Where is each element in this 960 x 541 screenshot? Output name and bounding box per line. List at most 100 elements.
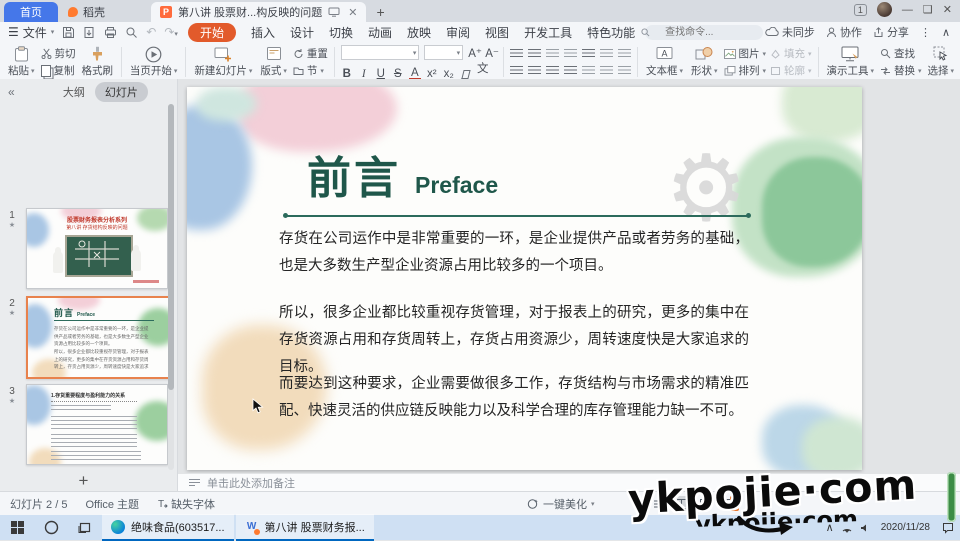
increase-font-icon[interactable]: A⁺ — [468, 46, 480, 60]
tab-slides[interactable]: 幻灯片 — [95, 82, 148, 102]
search-input[interactable] — [645, 25, 763, 40]
columns-icon[interactable] — [618, 49, 631, 59]
undo-icon[interactable]: ↶ — [146, 25, 156, 39]
menu-slideshow[interactable]: 放映 — [407, 24, 431, 41]
menu-view[interactable]: 视图 — [485, 24, 509, 41]
reset-button[interactable]: 重置 — [293, 46, 328, 61]
tab-document[interactable]: P 第八讲 股票财...构反映的问题 ✕ — [151, 2, 366, 22]
shapes-button[interactable]: 形状▾ — [687, 44, 722, 80]
collapse-panel-icon[interactable]: « — [8, 85, 15, 99]
tab-docer[interactable]: 稻壳 — [58, 2, 115, 22]
slide-subtitle[interactable]: Preface — [415, 172, 498, 199]
tray-volume-icon[interactable] — [860, 523, 869, 533]
section-button[interactable]: 节▾ — [293, 63, 328, 78]
slide-paragraph-2[interactable]: 所以，很多企业都比较重视存货管理，对于报表上的研究，更多的集中在存货资源占用和存… — [279, 300, 749, 381]
slide-title[interactable]: 前言 — [307, 157, 401, 201]
slide-canvas[interactable]: ⚙ 前言 Preface 存货在公司运作中是非常重要的一环，是企业提供产品或者劳… — [178, 79, 960, 492]
avatar[interactable] — [877, 2, 892, 17]
justify-icon[interactable] — [564, 66, 577, 76]
theme-name[interactable]: Office 主题 — [85, 496, 139, 512]
action-center-icon[interactable] — [942, 522, 954, 534]
menu-devtools[interactable]: 开发工具 — [524, 24, 572, 41]
align-right-icon[interactable] — [546, 66, 559, 76]
preview-icon[interactable] — [125, 26, 138, 39]
numbered-list-icon[interactable] — [528, 49, 541, 59]
screen-share-icon[interactable] — [328, 7, 340, 17]
menu-animation[interactable]: 动画 — [368, 24, 392, 41]
task-view-button[interactable] — [68, 515, 102, 540]
paragraph-more-icon[interactable] — [618, 66, 631, 76]
find-button[interactable]: 查找 — [880, 46, 922, 61]
close-tab-icon[interactable]: ✕ — [348, 6, 357, 19]
tab-home[interactable]: 首页 — [4, 2, 58, 22]
slide-editor[interactable]: ⚙ 前言 Preface 存货在公司运作中是非常重要的一环，是企业提供产品或者劳… — [187, 87, 862, 470]
collapse-ribbon-icon[interactable]: ∧ — [942, 26, 950, 39]
clear-format-icon[interactable] — [460, 69, 472, 80]
bullet-list-icon[interactable] — [510, 49, 523, 59]
align-left-icon[interactable] — [510, 66, 523, 76]
menu-special[interactable]: 特色功能 — [587, 24, 635, 41]
cortana-button[interactable] — [34, 515, 68, 540]
taskbar-app-wps[interactable]: W 第八讲 股票财务报... — [236, 514, 374, 541]
decrease-indent-icon[interactable] — [546, 49, 559, 59]
tray-expand-icon[interactable]: ∧ — [826, 521, 834, 534]
file-menu[interactable]: ☰ 文件 ▾ — [8, 24, 54, 41]
export-icon[interactable] — [83, 26, 96, 39]
text-direction-icon[interactable] — [600, 49, 613, 59]
fill-button[interactable]: 填充▾ — [770, 46, 812, 61]
slide-thumbnail-3[interactable]: 1.存货重要程度与盈利能力的关系 — [26, 384, 168, 465]
new-slide-button[interactable]: 新建幻灯片▾ — [190, 44, 256, 80]
increase-indent-icon[interactable] — [564, 49, 577, 59]
play-from-current-button[interactable]: 当页开始▾ — [126, 44, 182, 80]
redo-icon[interactable]: ↷▾ — [164, 25, 178, 39]
layout-button[interactable]: 版式▾ — [256, 44, 291, 80]
distribute-icon[interactable] — [582, 66, 595, 76]
taskbar-date[interactable]: 2020/11/28 — [877, 522, 934, 533]
share-button[interactable]: 分享 — [873, 24, 909, 40]
menu-transition[interactable]: 切换 — [329, 24, 353, 41]
collaborate-button[interactable]: 协作 — [826, 24, 862, 40]
new-tab-button[interactable]: + — [376, 4, 384, 20]
slide-thumbnail-2-selected[interactable]: 前言Preface 存货在公司运作中是非常重要的一环，是企业提供产品或者劳务的基… — [26, 296, 170, 379]
close-icon[interactable]: ✕ — [943, 3, 952, 16]
picture-button[interactable]: 图片▾ — [724, 46, 767, 61]
slide-thumbnail-1[interactable]: 股票财务报表分析系列 第八讲 存货结构反映的问题 — [26, 208, 168, 289]
cut-button[interactable]: 剪切 — [41, 46, 76, 61]
format-painter-button[interactable]: 格式刷 — [78, 44, 118, 80]
sync-status[interactable]: 未同步 — [765, 24, 815, 40]
copy-button[interactable]: 复制 — [41, 63, 76, 78]
font-size-select[interactable]: ▾ — [424, 45, 463, 60]
slide-paragraph-1[interactable]: 存货在公司运作中是非常重要的一环，是企业提供产品或者劳务的基础，也是大多数生产型… — [279, 226, 749, 280]
font-family-select[interactable]: ▾ — [341, 45, 420, 60]
beautify-button[interactable]: 一键美化▾ — [527, 496, 595, 512]
textbox-button[interactable]: A 文本框▾ — [642, 44, 687, 80]
select-button[interactable]: 选择▾ — [924, 44, 959, 80]
tray-network-icon[interactable] — [842, 523, 852, 533]
missing-fonts-button[interactable]: T 缺失字体 — [157, 496, 215, 512]
present-tools-button[interactable]: 演示工具▾ — [822, 44, 878, 80]
menu-insert[interactable]: 插入 — [251, 24, 275, 41]
panel-scrollbar-thumb[interactable] — [168, 104, 174, 390]
replace-button[interactable]: 替换▾ — [880, 63, 922, 78]
print-icon[interactable] — [104, 26, 117, 39]
menu-design[interactable]: 设计 — [290, 24, 314, 41]
paste-button[interactable]: 粘贴▾ — [4, 44, 39, 80]
outline-button[interactable]: 轮廓▾ — [770, 63, 812, 78]
arrange-button[interactable]: 排列▾ — [724, 63, 767, 78]
add-slide-button[interactable]: + — [79, 471, 89, 491]
align-objects-icon[interactable] — [600, 66, 613, 76]
restore-icon[interactable]: ❑ — [923, 3, 933, 16]
align-center-icon[interactable] — [528, 66, 541, 76]
decrease-font-icon[interactable]: A⁻ — [485, 46, 497, 60]
save-icon[interactable] — [62, 26, 75, 39]
panel-scrollbar[interactable] — [168, 104, 174, 470]
more-menu-icon[interactable]: ⋮ — [920, 26, 931, 39]
menu-start[interactable]: 开始 — [188, 23, 236, 42]
menu-review[interactable]: 审阅 — [446, 24, 470, 41]
window-count-badge[interactable]: 1 — [854, 4, 867, 16]
line-spacing-icon[interactable] — [582, 49, 595, 59]
taskbar-app-edge[interactable]: 绝味食品(603517... — [102, 514, 234, 541]
start-button[interactable] — [0, 515, 34, 540]
slide-paragraph-3[interactable]: 而要达到这种要求，企业需要做很多工作，存货结构与市场需求的精准匹配、快速灵活的供… — [279, 371, 749, 425]
minimize-icon[interactable]: — — [902, 4, 913, 16]
